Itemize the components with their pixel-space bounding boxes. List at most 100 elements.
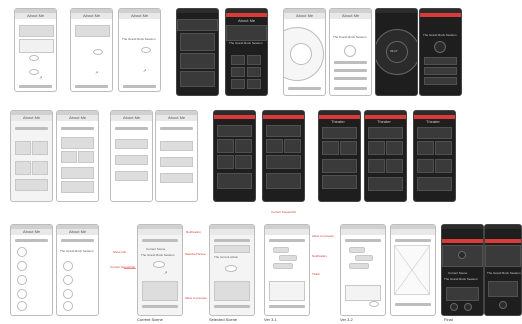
chip[interactable]: [273, 263, 293, 269]
play-icon[interactable]: [458, 251, 466, 259]
card[interactable]: [61, 181, 94, 193]
photo[interactable]: [417, 159, 434, 173]
list-row[interactable]: [424, 77, 457, 85]
toggle-icon[interactable]: [369, 301, 379, 307]
photo[interactable]: [322, 175, 357, 189]
photo: [485, 245, 521, 267]
header-title: About Me: [23, 115, 41, 120]
panel: [269, 281, 305, 301]
grid-tile[interactable]: [32, 141, 48, 155]
card[interactable]: [61, 137, 94, 149]
dark-screen-2: About Me The Grand Rock Session: [225, 8, 268, 96]
play-icon[interactable]: [450, 303, 458, 311]
caption-current-scene: Current Scene: [137, 317, 163, 322]
item-icon[interactable]: [17, 301, 27, 311]
panel: [142, 281, 178, 301]
item-icon[interactable]: [63, 301, 73, 311]
ver-3-1-screen: [264, 224, 310, 316]
play-icon[interactable]: [344, 45, 356, 57]
wheel-wireframe-1: About Me: [283, 8, 326, 96]
dark-list-screen: The Grand Rock Session: [419, 8, 462, 96]
album-title: The Grand Rock Session: [60, 249, 94, 253]
chip[interactable]: [279, 255, 297, 261]
card[interactable]: [160, 141, 193, 151]
wireframe-screen-2: About Me ↗: [70, 8, 113, 92]
card[interactable]: [115, 155, 148, 165]
panel: [446, 287, 479, 301]
grid-tile[interactable]: [32, 161, 48, 175]
list-row[interactable]: [424, 57, 457, 65]
card[interactable]: [61, 167, 94, 179]
button[interactable]: [247, 79, 261, 89]
button[interactable]: [247, 67, 261, 77]
chip[interactable]: [349, 247, 365, 253]
panel: [214, 281, 250, 301]
item-icon[interactable]: [17, 289, 27, 299]
photo[interactable]: [368, 177, 403, 191]
toggle-icon[interactable]: [93, 49, 103, 55]
toggle-icon[interactable]: [29, 55, 39, 61]
item-icon[interactable]: [63, 261, 73, 271]
button[interactable]: [247, 55, 261, 65]
photo[interactable]: [217, 155, 234, 169]
photo[interactable]: [368, 141, 385, 155]
item-icon[interactable]: [63, 275, 73, 285]
photo[interactable]: [386, 141, 403, 155]
photo[interactable]: [340, 141, 357, 155]
card[interactable]: [115, 139, 148, 149]
annotation-note: Ticker: [312, 272, 321, 276]
photo[interactable]: [386, 159, 403, 173]
grid-tile[interactable]: [15, 179, 48, 191]
card[interactable]: [115, 171, 148, 181]
chip[interactable]: [349, 263, 369, 269]
current-scene-label: Current Scene: [146, 247, 166, 251]
button[interactable]: [231, 55, 245, 65]
photo[interactable]: [217, 173, 252, 189]
play-icon[interactable]: [434, 41, 446, 53]
photo: [180, 71, 215, 87]
chip[interactable]: [355, 255, 373, 261]
item-icon[interactable]: [17, 261, 27, 271]
photo[interactable]: [235, 155, 252, 169]
header-title: About Me: [23, 229, 41, 234]
annotation-note: Show info: [113, 250, 127, 254]
grid-tile[interactable]: [15, 141, 31, 155]
card[interactable]: [61, 151, 77, 163]
photo[interactable]: [417, 177, 452, 191]
grid-tile[interactable]: [15, 161, 31, 175]
item-icon[interactable]: [17, 247, 27, 257]
photo[interactable]: [435, 159, 452, 173]
card[interactable]: [78, 151, 94, 163]
toggle-icon[interactable]: [225, 265, 237, 272]
album-title: The Grand Rock Session: [487, 271, 521, 275]
photo[interactable]: [266, 155, 301, 169]
item-icon[interactable]: [17, 275, 27, 285]
photo[interactable]: [435, 141, 452, 155]
photo[interactable]: [368, 159, 385, 173]
play-icon[interactable]: [499, 301, 507, 309]
toggle-icon[interactable]: [141, 47, 151, 53]
list-row[interactable]: [424, 67, 457, 75]
caption-selected-scene: Selected Scene: [209, 317, 238, 322]
like-icon[interactable]: [464, 303, 472, 311]
photo[interactable]: [266, 173, 301, 189]
header-title: About Me: [69, 229, 87, 234]
photo[interactable]: [417, 141, 434, 155]
photo[interactable]: [266, 139, 283, 153]
wireframe-screen-3: About Me The Grand Rock Session ↗: [118, 8, 161, 92]
photo[interactable]: [322, 159, 357, 173]
photo[interactable]: [284, 139, 301, 153]
button[interactable]: [231, 67, 245, 77]
album-title: The Grand Rock Session: [444, 277, 478, 281]
button[interactable]: [231, 79, 245, 89]
chip[interactable]: [273, 247, 289, 253]
photo[interactable]: [217, 139, 234, 153]
caption-final: Final: [444, 317, 453, 322]
photo[interactable]: [322, 141, 339, 155]
item-icon[interactable]: [63, 289, 73, 299]
photo[interactable]: [235, 139, 252, 153]
toggle-icon[interactable]: [29, 69, 39, 75]
toggle-icon[interactable]: [153, 261, 165, 268]
card[interactable]: [160, 173, 193, 183]
card[interactable]: [160, 157, 193, 167]
